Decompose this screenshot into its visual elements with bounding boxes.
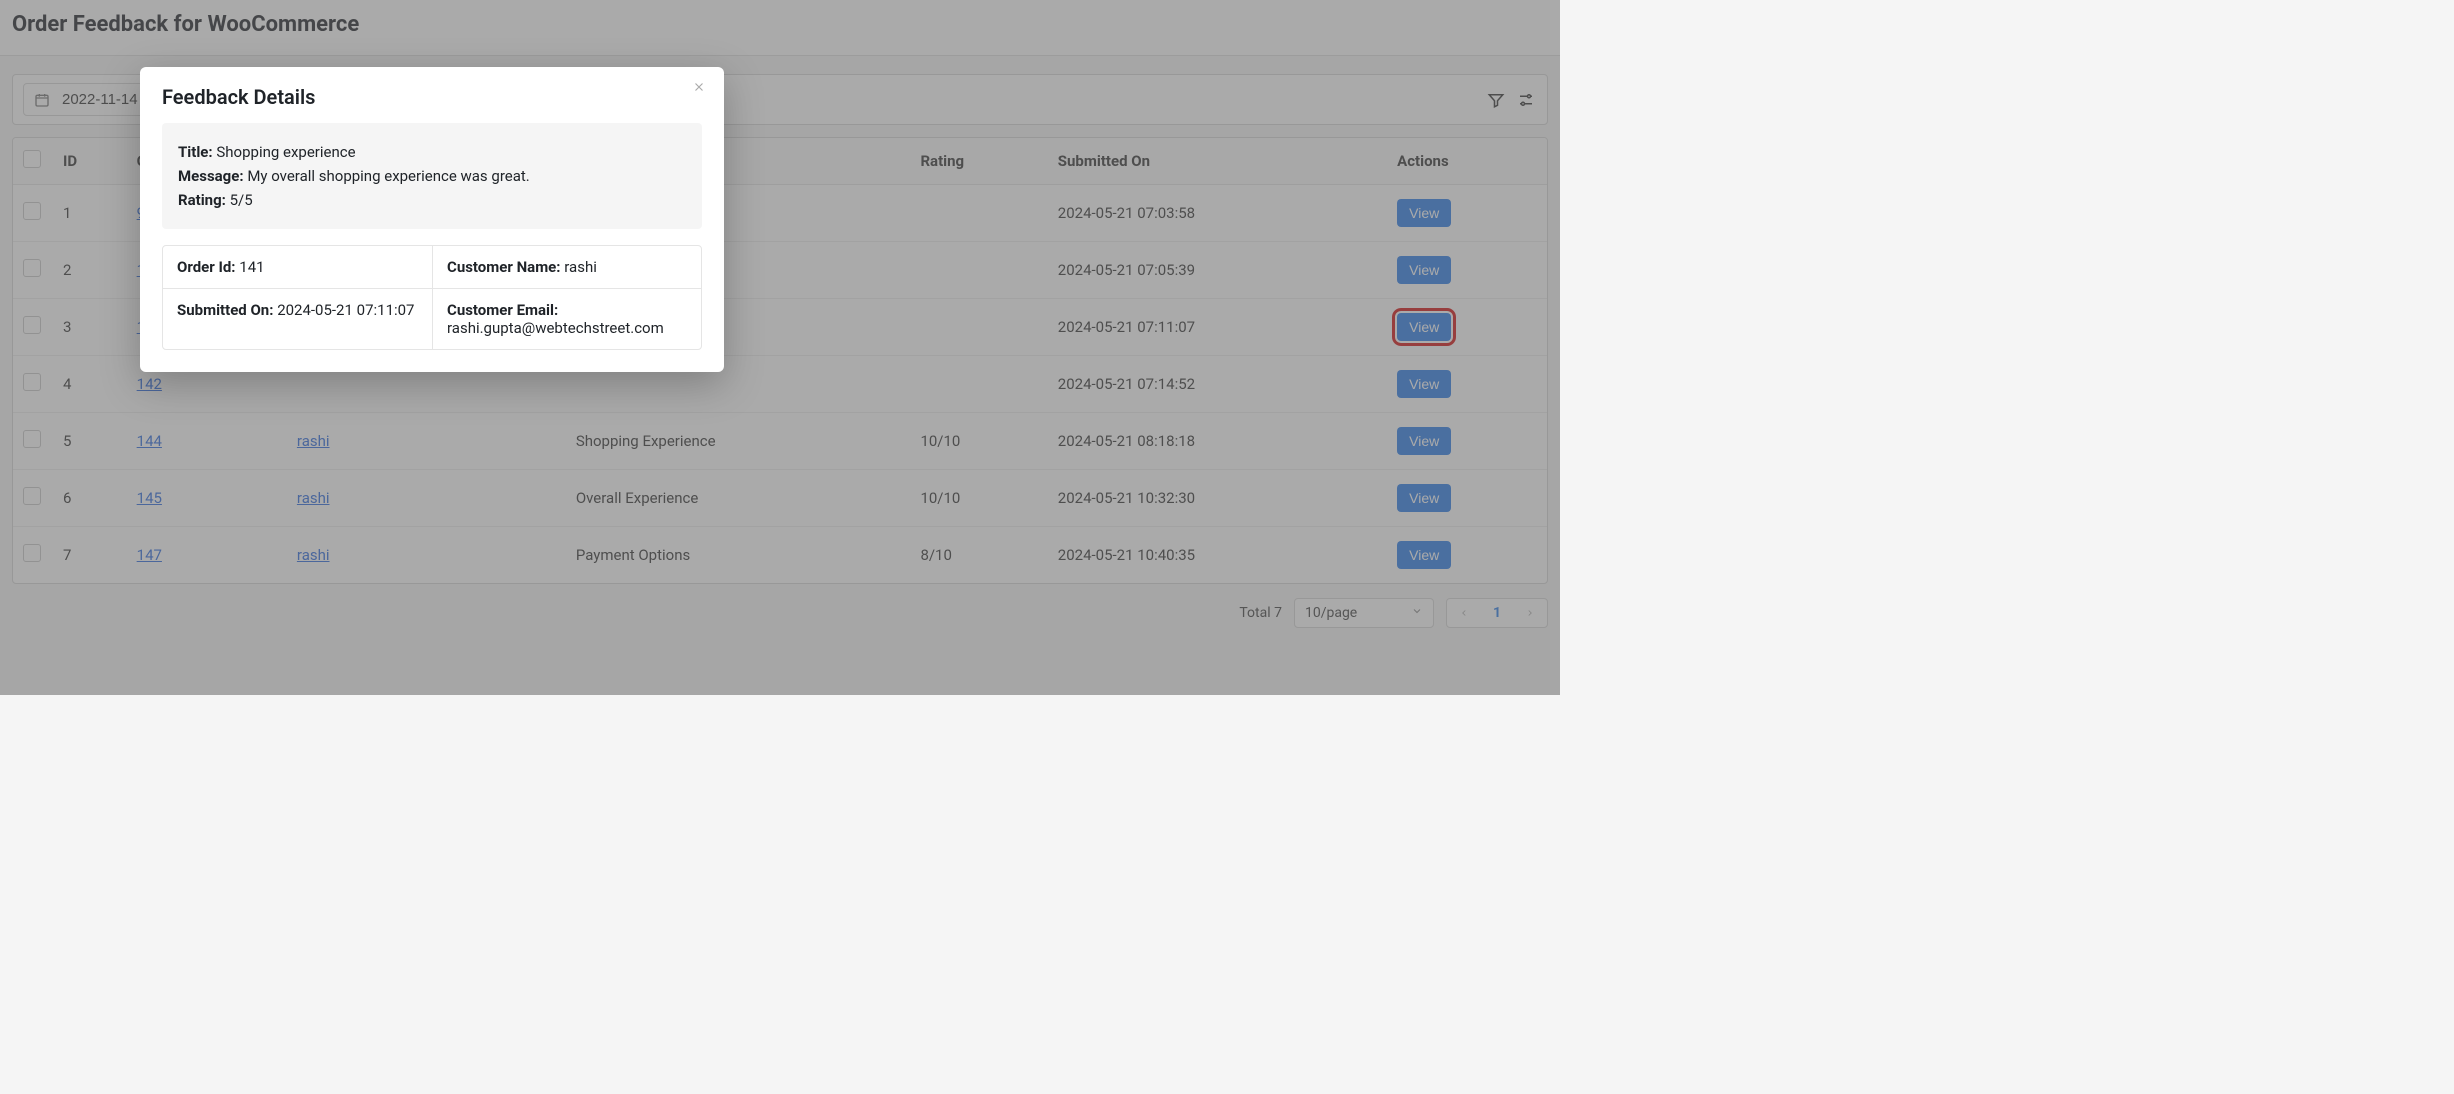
- row-checkbox[interactable]: [23, 259, 41, 277]
- view-button[interactable]: View: [1397, 199, 1451, 227]
- pager: Total 7 10/page 1: [12, 598, 1548, 628]
- customer-link[interactable]: rashi: [297, 432, 330, 450]
- view-button[interactable]: View: [1397, 427, 1451, 455]
- cell-id: 6: [53, 470, 127, 527]
- table-row: 7 147 rashi Payment Options8/102024-05-21 1…: [13, 527, 1547, 584]
- value-order-id: 141: [239, 258, 264, 276]
- cell-title: Shopping Experience: [566, 413, 911, 470]
- settings-sliders-icon[interactable]: [1515, 89, 1537, 111]
- cell-submitted-on: 2024-05-21 07:03:58: [1048, 185, 1387, 242]
- view-button[interactable]: View: [1397, 370, 1451, 398]
- row-checkbox[interactable]: [23, 430, 41, 448]
- col-actions: Actions: [1387, 138, 1547, 185]
- col-id: ID: [53, 138, 127, 185]
- value-title: Shopping experience: [216, 143, 355, 161]
- cell-title: Overall Experience: [566, 470, 911, 527]
- pager-prev[interactable]: [1447, 602, 1481, 624]
- value-customer-email: rashi.gupta@webtechstreet.com: [447, 319, 664, 337]
- pager-current[interactable]: 1: [1481, 599, 1513, 627]
- calendar-icon: [34, 92, 50, 108]
- chevron-down-icon: [1411, 605, 1423, 621]
- cell-submitted-on: 2024-05-21 08:18:18: [1048, 413, 1387, 470]
- col-rating: Rating: [910, 138, 1047, 185]
- row-checkbox[interactable]: [23, 487, 41, 505]
- value-submitted-on: 2024-05-21 07:11:07: [277, 301, 414, 319]
- table-row: 6 145 rashi Overall Experience10/102024-05-…: [13, 470, 1547, 527]
- label-rating: Rating:: [178, 191, 226, 209]
- cell-submitted-on: 2024-05-21 07:05:39: [1048, 242, 1387, 299]
- cell-submitted-on: 2024-05-21 07:14:52: [1048, 356, 1387, 413]
- page-title: Order Feedback for WooCommerce: [12, 12, 1548, 37]
- row-checkbox[interactable]: [23, 544, 41, 562]
- order-id-link[interactable]: 142: [137, 375, 162, 393]
- view-button[interactable]: View: [1397, 484, 1451, 512]
- cell-rating: [910, 242, 1047, 299]
- label-customer-name: Customer Name:: [447, 258, 561, 276]
- cell-id: 7: [53, 527, 127, 584]
- order-id-link[interactable]: 144: [137, 432, 162, 450]
- value-rating: 5/5: [230, 191, 253, 209]
- view-button[interactable]: View: [1397, 256, 1451, 284]
- row-checkbox[interactable]: [23, 373, 41, 391]
- label-title: Title:: [178, 143, 213, 161]
- per-page-label: 10/page: [1305, 605, 1357, 621]
- value-message: My overall shopping experience was great…: [247, 167, 529, 185]
- label-submitted-on: Submitted On:: [177, 301, 273, 319]
- cell-submitted-on: 2024-05-21 07:11:07: [1048, 299, 1387, 356]
- view-button[interactable]: View: [1397, 541, 1451, 569]
- cell-rating: 10/10: [910, 470, 1047, 527]
- cell-id: 5: [53, 413, 127, 470]
- modal-title: Feedback Details: [162, 85, 702, 109]
- pager-next[interactable]: [1513, 602, 1547, 624]
- col-submitted: Submitted On: [1048, 138, 1387, 185]
- cell-id: 1: [53, 185, 127, 242]
- cell-rating: [910, 356, 1047, 413]
- feedback-summary-card: Title: Shopping experience Message: My o…: [162, 123, 702, 229]
- table-row: 5 144 rashi Shopping Experience10/102024-05…: [13, 413, 1547, 470]
- order-id-link[interactable]: 147: [137, 546, 162, 564]
- label-message: Message:: [178, 167, 244, 185]
- row-checkbox[interactable]: [23, 316, 41, 334]
- order-id-link[interactable]: 145: [137, 489, 162, 507]
- filter-icon[interactable]: [1485, 89, 1507, 111]
- cell-rating: 10/10: [910, 413, 1047, 470]
- label-customer-email: Customer Email:: [447, 301, 558, 319]
- label-order-id: Order Id:: [177, 258, 236, 276]
- cell-id: 4: [53, 356, 127, 413]
- value-customer-name: rashi: [564, 258, 597, 276]
- view-button[interactable]: View: [1397, 313, 1451, 341]
- cell-id: 3: [53, 299, 127, 356]
- select-all-checkbox[interactable]: [23, 150, 41, 168]
- feedback-details-modal: Feedback Details Title: Shopping experie…: [140, 67, 724, 372]
- cell-rating: [910, 299, 1047, 356]
- customer-link[interactable]: rashi: [297, 489, 330, 507]
- per-page-select[interactable]: 10/page: [1294, 598, 1434, 628]
- feedback-meta-grid: Order Id: 141 Customer Name: rashi Submi…: [162, 245, 702, 350]
- pager-total: Total 7: [1239, 605, 1282, 621]
- cell-rating: 8/10: [910, 527, 1047, 584]
- customer-link[interactable]: rashi: [297, 546, 330, 564]
- cell-submitted-on: 2024-05-21 10:40:35: [1048, 527, 1387, 584]
- cell-submitted-on: 2024-05-21 10:32:30: [1048, 470, 1387, 527]
- cell-title: Payment Options: [566, 527, 911, 584]
- page-header: Order Feedback for WooCommerce: [0, 0, 1560, 56]
- cell-id: 2: [53, 242, 127, 299]
- close-icon[interactable]: [692, 79, 710, 97]
- cell-rating: [910, 185, 1047, 242]
- row-checkbox[interactable]: [23, 202, 41, 220]
